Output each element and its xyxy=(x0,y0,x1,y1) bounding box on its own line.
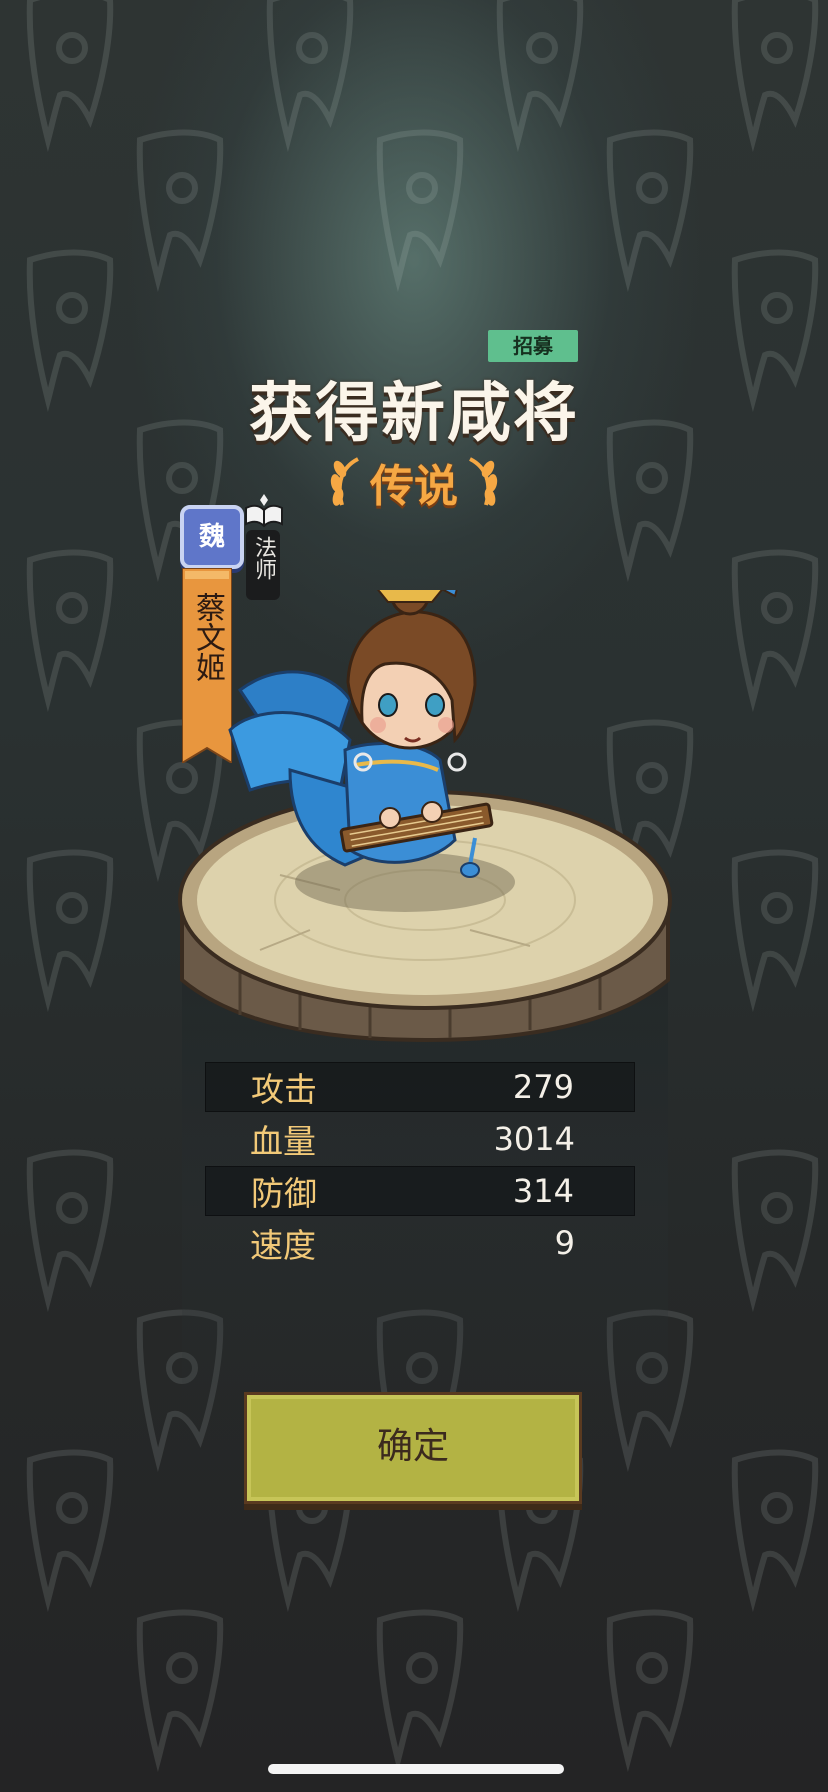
rarity-label: 传说 xyxy=(370,461,458,512)
hero-stage xyxy=(178,590,672,1043)
stat-label: 血量 xyxy=(250,1122,316,1161)
book-icon xyxy=(245,494,283,528)
laurel-left-icon xyxy=(330,457,359,506)
stat-value: 3014 xyxy=(493,1120,575,1158)
stat-label: 防御 xyxy=(251,1174,317,1213)
home-indicator[interactable] xyxy=(268,1764,564,1774)
stat-label: 速度 xyxy=(250,1226,316,1265)
stat-value: 9 xyxy=(554,1224,575,1262)
stat-value: 279 xyxy=(512,1068,574,1106)
faction-badge: 魏 xyxy=(180,505,244,569)
stat-row-attack: 攻击 279 xyxy=(205,1062,635,1112)
stat-row-defense: 防御 314 xyxy=(205,1166,635,1216)
page-title: 获得新咸将 xyxy=(249,377,579,451)
hero-class-label: 法师 xyxy=(251,536,276,580)
stat-label: 攻击 xyxy=(251,1070,317,1109)
laurel-right-icon xyxy=(469,457,498,506)
rarity-badge: 传说 xyxy=(0,452,828,512)
recruit-tag: 招募 xyxy=(488,330,578,362)
hero-stats-table: 攻击 279 血量 3014 防御 314 速度 9 xyxy=(205,1062,635,1270)
stat-row-speed: 速度 9 xyxy=(205,1218,635,1268)
stat-row-hp: 血量 3014 xyxy=(205,1114,635,1164)
confirm-button[interactable]: 确定 xyxy=(244,1392,582,1504)
stat-value: 314 xyxy=(512,1172,574,1210)
